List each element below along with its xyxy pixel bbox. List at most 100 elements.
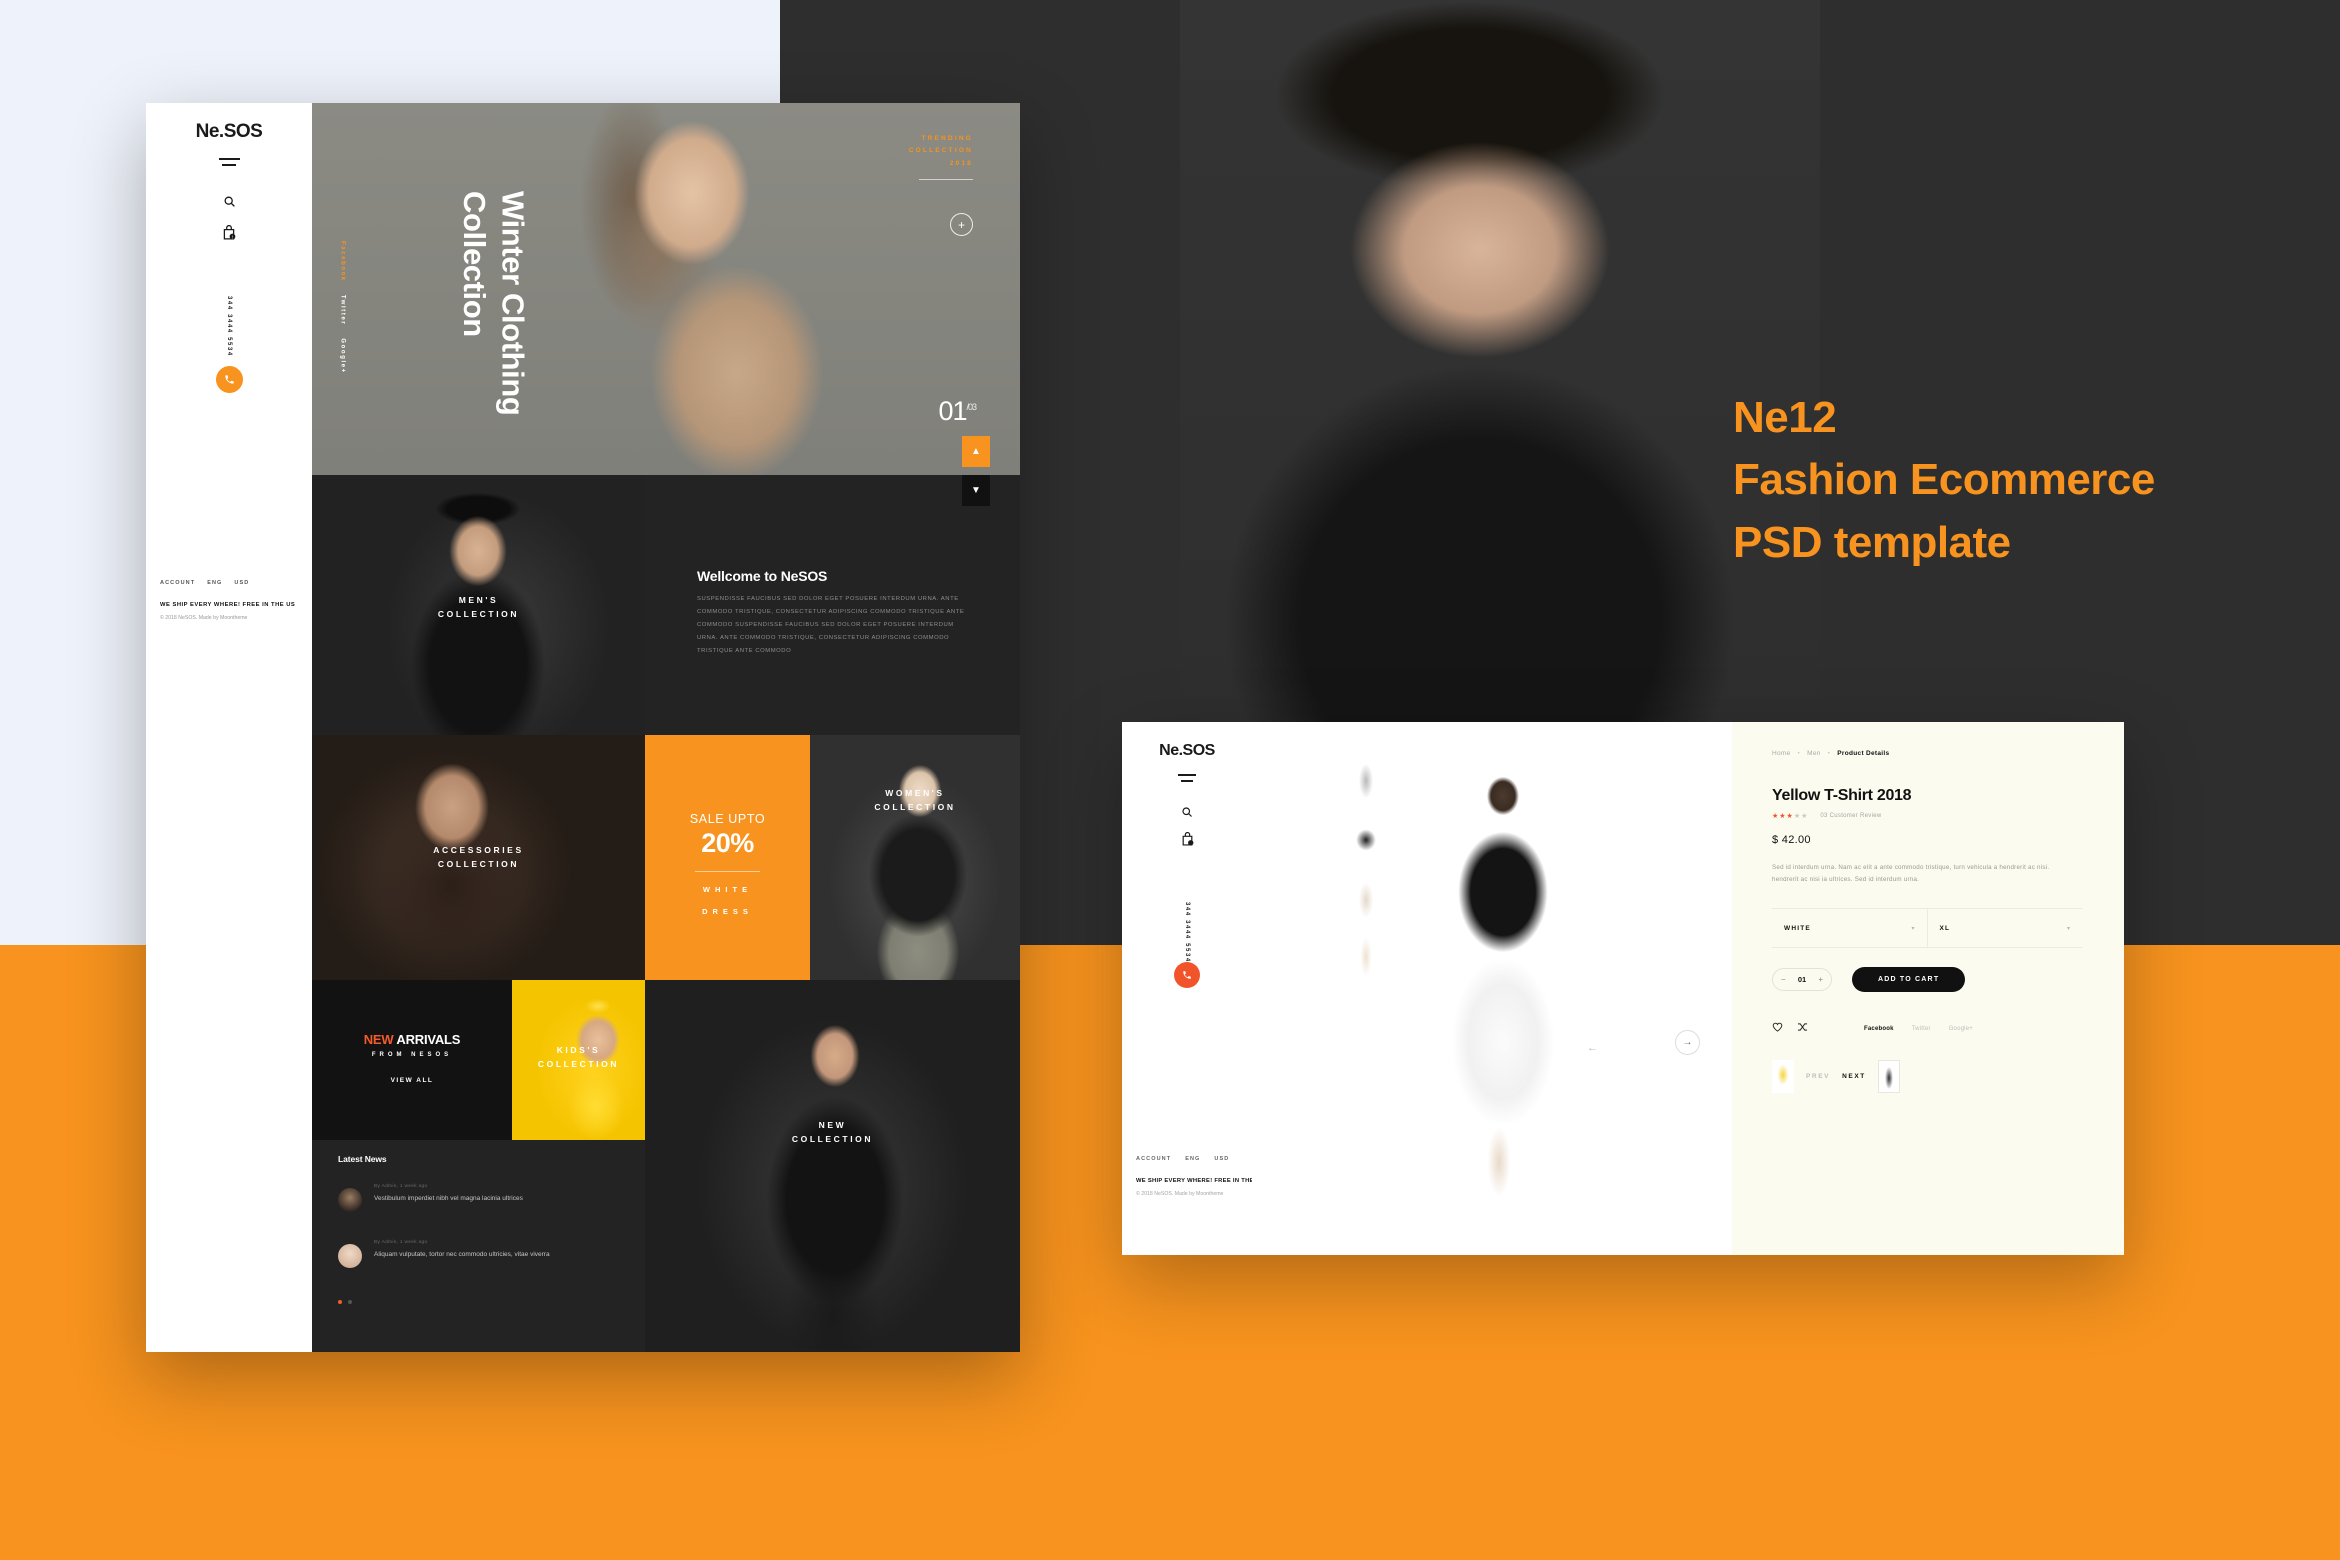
news-carousel-dots[interactable] <box>338 1300 352 1304</box>
sale-banner[interactable]: SALE UPTO 20% WHITE DRESS <box>645 735 810 980</box>
tile-new-collection[interactable] <box>645 980 1020 1352</box>
home-selector-currency[interactable]: USD <box>234 580 249 586</box>
new-collection-photo <box>735 1000 935 1350</box>
home-phone-number: 344 3444 5534 <box>146 296 312 362</box>
product-thumbnail[interactable] <box>1347 757 1385 809</box>
arrow-right-icon[interactable]: → <box>1675 1030 1700 1055</box>
phone-icon[interactable] <box>216 366 243 393</box>
promo-headline-line-2: Fashion Ecommerce <box>1733 455 2155 505</box>
size-select[interactable]: XL ▾ <box>1928 909 2083 947</box>
sale-line-2: DRESS <box>702 907 753 916</box>
promo-headline: Ne12 Fashion Ecommerce PSD template <box>1733 387 2155 574</box>
product-description: Sed id interdum urna. Nam ac elit a ante… <box>1772 864 2050 884</box>
hero-slide-current: 01 <box>938 396 967 426</box>
next-button[interactable]: NEXT <box>1842 1073 1866 1080</box>
quantity-increment[interactable]: + <box>1818 975 1823 984</box>
product-logo[interactable]: Ne.SOS <box>1122 742 1252 760</box>
shopping-bag-icon[interactable]: ! <box>146 224 312 245</box>
product-selector-account[interactable]: ACCOUNT <box>1136 1156 1171 1162</box>
breadcrumb-category[interactable]: Men <box>1807 750 1821 757</box>
product-phone-number: 344 3444 5534 <box>1122 902 1252 968</box>
product-detail-mockup: Ne.SOS 344 3444 5534 ACCOUNT ENG USD WE … <box>1122 722 2124 1255</box>
tile-mens-collection[interactable]: MEN'S COLLECTION <box>312 475 645 735</box>
chevron-up-icon[interactable]: ▲ <box>962 436 990 467</box>
new-arrivals-sub: FROM NESOS <box>371 1052 453 1058</box>
hero-eyebrow: TRENDING COLLECTION 2018 <box>908 133 973 181</box>
hero-social-google[interactable]: Google+ <box>340 338 346 373</box>
home-selector-language[interactable]: ENG <box>207 580 222 586</box>
arrow-left-icon[interactable]: ← <box>1587 1042 1598 1054</box>
tile-label-kids: KIDS'S COLLECTION <box>537 1045 620 1070</box>
new-arrivals-title-accent: NEW <box>363 1032 394 1047</box>
product-sidebar: Ne.SOS 344 3444 5534 ACCOUNT ENG USD WE … <box>1122 722 1264 1255</box>
product-info-panel: Home • Men • Product Details Yellow T-Shirt … <box>1732 722 2124 1255</box>
share-facebook[interactable]: Facebook <box>1864 1026 1894 1032</box>
new-arrivals-title: NEW ARRIVALS <box>312 1032 512 1047</box>
chevron-down-icon[interactable]: ▼ <box>962 475 990 506</box>
quantity-stepper[interactable]: − 01 + <box>1772 968 1832 991</box>
product-thumbnail[interactable] <box>1347 815 1385 867</box>
hero-eyebrow-line-3: 2018 <box>949 159 973 167</box>
sale-upto-label: SALE UPTO <box>689 812 766 826</box>
product-selector-language[interactable]: ENG <box>1185 1156 1200 1162</box>
chevron-down-icon: ▾ <box>1911 925 1915 932</box>
home-selector-account[interactable]: ACCOUNT <box>160 580 195 586</box>
next-product-thumbnail[interactable] <box>1877 1060 1900 1093</box>
product-selector-currency[interactable]: USD <box>1214 1156 1229 1162</box>
hero-eyebrow-line-1: TRENDING <box>921 135 973 142</box>
product-thumbnail-strip[interactable] <box>1347 757 1385 989</box>
latest-news-title: Latest News <box>338 1154 387 1164</box>
chevron-down-icon: ▾ <box>2066 925 2070 932</box>
hamburger-icon[interactable] <box>146 158 312 170</box>
home-shipping-note: WE SHIP EVERY WHERE! FREE IN THE US <box>160 602 296 608</box>
welcome-body: SUSPENDISSE FAUCIBUS SED DOLOR EGET POSU… <box>697 596 965 654</box>
hamburger-icon[interactable] <box>1122 774 1252 785</box>
share-google[interactable]: Google+ <box>1949 1026 1973 1032</box>
heart-icon[interactable] <box>1772 1022 1783 1035</box>
color-select[interactable]: WHITE ▾ <box>1772 909 1928 947</box>
news-item[interactable]: By Admin, 1 week ago Aliquam vulputate, … <box>338 1240 628 1268</box>
breadcrumb: Home • Men • Product Details <box>1772 750 1889 757</box>
tile-label-womens: WOMEN'S COLLECTION <box>874 788 956 813</box>
search-icon[interactable] <box>1122 805 1252 823</box>
sale-percent: 20% <box>701 828 754 858</box>
search-icon[interactable] <box>146 195 312 213</box>
new-arrivals-title-rest: ARRIVALS <box>393 1032 461 1047</box>
prev-button[interactable]: PREV <box>1806 1073 1830 1080</box>
add-to-cart-button[interactable]: ADD TO CART <box>1852 967 1966 992</box>
hero-social-twitter[interactable]: Twitter <box>340 295 346 325</box>
product-thumbnail[interactable] <box>1347 873 1385 925</box>
welcome-title: Wellcome to NeSOS <box>697 568 828 584</box>
product-price: $ 42.00 <box>1772 834 1811 846</box>
shopping-bag-icon[interactable] <box>1122 831 1252 851</box>
hero-social-facebook[interactable]: Facebook <box>340 241 346 282</box>
product-main-image <box>1407 742 1597 1232</box>
hero-model-photo <box>1180 0 1820 730</box>
phone-icon[interactable] <box>1174 962 1200 988</box>
product-share-row: Facebook Twitter Google+ <box>1772 1022 2082 1035</box>
womens-collection-photo <box>840 747 995 980</box>
prev-product-thumbnail[interactable] <box>1772 1060 1794 1093</box>
hero-eyebrow-line-2: COLLECTION <box>908 147 973 155</box>
product-pagination: PREV NEXT <box>1772 1060 1900 1093</box>
home-footer-selectors: ACCOUNT ENG USD <box>160 580 300 586</box>
compare-icon[interactable] <box>1797 1022 1808 1035</box>
view-all-button[interactable]: VIEW ALL <box>312 1077 512 1084</box>
share-twitter[interactable]: Twitter <box>1912 1026 1931 1032</box>
tile-womens-collection[interactable] <box>810 735 1020 980</box>
product-phone-text: 344 3444 5534 <box>1184 902 1190 963</box>
home-sidebar: Ne.SOS ! 344 3444 5534 ACCOUNT ENG USD W… <box>146 103 312 1352</box>
home-logo[interactable]: Ne.SOS <box>146 121 312 143</box>
breadcrumb-home[interactable]: Home <box>1772 750 1791 757</box>
plus-icon[interactable]: + <box>950 213 973 236</box>
quantity-decrement[interactable]: − <box>1781 975 1786 984</box>
welcome-section: Wellcome to NeSOS SUSPENDISSE FAUCIBUS S… <box>645 475 1020 735</box>
purchase-row: − 01 + ADD TO CART <box>1772 967 1966 992</box>
news-item[interactable]: By Admin, 1 week ago Vestibulum imperdie… <box>338 1184 628 1212</box>
review-count[interactable]: 03 Customer Review <box>1820 813 1881 819</box>
new-arrivals-banner[interactable]: NEW ARRIVALS FROM NESOS VIEW ALL <box>312 980 512 1140</box>
product-thumbnail[interactable] <box>1347 931 1385 983</box>
share-links: Facebook Twitter Google+ <box>1864 1026 1973 1032</box>
quantity-value: 01 <box>1797 975 1807 984</box>
tile-accessories-collection[interactable]: ACCESSORIES COLLECTION <box>312 735 645 980</box>
